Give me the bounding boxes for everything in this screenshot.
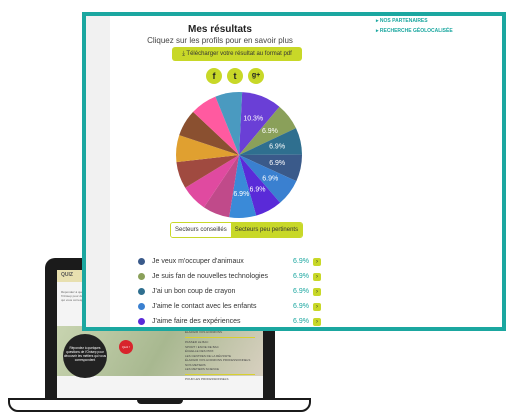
legend-dot bbox=[138, 318, 145, 325]
twitter-icon[interactable]: t bbox=[227, 68, 243, 84]
tab-recommended-sectors[interactable]: Secteurs conseillés bbox=[171, 223, 231, 237]
pie-slice-label: 6.9% bbox=[250, 186, 266, 193]
pie-slice-label: 6.9% bbox=[269, 143, 285, 150]
legend-value: 6.9% bbox=[293, 273, 309, 280]
legend-item[interactable]: J'ai un bon coup de crayon 6.9% › bbox=[138, 286, 348, 301]
download-label: Télécharger votre résultat au format pdf bbox=[186, 51, 292, 57]
pie-slice-label: 6.9% bbox=[233, 191, 249, 198]
top-menu: ▸ NOS PARTENAIRES ▸ RECHERCHE GÉOLOCALIS… bbox=[376, 16, 453, 36]
results-panel: Mes résultats Cliquez sur les profils po… bbox=[110, 16, 330, 327]
mini-sidebar-item: LES METIERS SCIENCE bbox=[185, 367, 220, 371]
menu-item-label: NOS PARTENAIRES bbox=[379, 18, 428, 24]
left-gutter bbox=[86, 16, 110, 327]
legend-label: J'aime faire des expériences bbox=[152, 318, 241, 325]
menu-item-label: RECHERCHE GÉOLOCALISÉE bbox=[379, 28, 453, 34]
legend-dot bbox=[138, 303, 145, 310]
legend-label: Je suis fan de nouvelles technologies bbox=[152, 273, 268, 280]
legend-dot bbox=[138, 273, 145, 280]
legend-item[interactable]: J'aime le contact avec les enfants 6.9% … bbox=[138, 301, 348, 316]
facebook-icon[interactable]: f bbox=[206, 68, 222, 84]
pie-slice-label: 6.9% bbox=[269, 160, 285, 167]
legend-list: Je veux m'occuper d'animaux 6.9% › Je su… bbox=[138, 256, 348, 327]
pie-svg: 10.3%6.9%6.9%6.9%6.9%6.9%6.9% bbox=[176, 92, 302, 218]
menu-item-geosearch[interactable]: ▸ RECHERCHE GÉOLOCALISÉE bbox=[376, 26, 453, 36]
mini-sidebar: ÉLARGIR VOS HORIZONS PASSER LE BAC SPORT… bbox=[185, 330, 255, 382]
legend-label: J'ai un bon coup de crayon bbox=[152, 288, 236, 295]
pie-slice-label: 10.3% bbox=[243, 116, 263, 123]
legend-value: 6.9% bbox=[293, 288, 309, 295]
arrow-right-icon[interactable]: › bbox=[313, 288, 321, 296]
arrow-right-icon[interactable]: › bbox=[313, 318, 321, 326]
results-window: Mes résultats Cliquez sur les profils po… bbox=[82, 12, 506, 331]
mini-quiz-label: QUIZ bbox=[61, 272, 73, 278]
page-subtitle: Cliquez sur les profils pour en savoir p… bbox=[147, 36, 293, 45]
sector-toggle: Secteurs conseillés Secteurs peu pertine… bbox=[170, 222, 304, 238]
mini-sidebar-item: ÉLARGIR VOS HORIZONS PROFESSIONNELS bbox=[185, 358, 251, 362]
arrow-right-icon[interactable]: › bbox=[313, 303, 321, 311]
menu-item-partners[interactable]: ▸ NOS PARTENAIRES bbox=[376, 16, 453, 26]
legend-dot bbox=[138, 288, 145, 295]
pie-slice-label: 6.9% bbox=[262, 128, 278, 135]
legend-value: 6.9% bbox=[293, 258, 309, 265]
legend-item[interactable]: Je veux m'occuper d'animaux 6.9% › bbox=[138, 256, 348, 271]
mini-sidebar-item: POUR LES PROFESSIONNELS bbox=[185, 377, 229, 381]
legend-item[interactable]: Je suis fan de nouvelles technologies 6.… bbox=[138, 271, 348, 286]
legend-value: 6.9% bbox=[293, 303, 309, 310]
pie-slice-label: 6.9% bbox=[262, 175, 278, 182]
legend-item[interactable]: J'aime faire des expériences 6.9% › bbox=[138, 316, 348, 327]
laptop-notch bbox=[137, 398, 183, 404]
mini-quiz-badge[interactable]: Quiz ! bbox=[119, 340, 133, 354]
download-pdf-button[interactable]: ⤓ Télécharger votre résultat au format p… bbox=[172, 47, 302, 61]
legend-label: Je veux m'occuper d'animaux bbox=[152, 258, 244, 265]
results-pie-chart: 10.3% 6.9% 6.9% 6.9% 6.9% 6.9% 6.9% bbox=[174, 90, 304, 220]
mini-quiz-circle[interactable]: Répondez à quelques questions de l'Onise… bbox=[63, 334, 107, 378]
google-plus-icon[interactable]: g+ bbox=[248, 68, 264, 84]
page-title: Mes résultats bbox=[188, 24, 252, 35]
tab-less-relevant-sectors[interactable]: Secteurs peu pertinents bbox=[230, 223, 303, 237]
legend-label: J'aime le contact avec les enfants bbox=[152, 303, 257, 310]
right-sidebar bbox=[330, 16, 502, 327]
legend-dot bbox=[138, 258, 145, 265]
arrow-right-icon[interactable]: › bbox=[313, 258, 321, 266]
legend-value: 6.9% bbox=[293, 318, 309, 325]
arrow-right-icon[interactable]: › bbox=[313, 273, 321, 281]
